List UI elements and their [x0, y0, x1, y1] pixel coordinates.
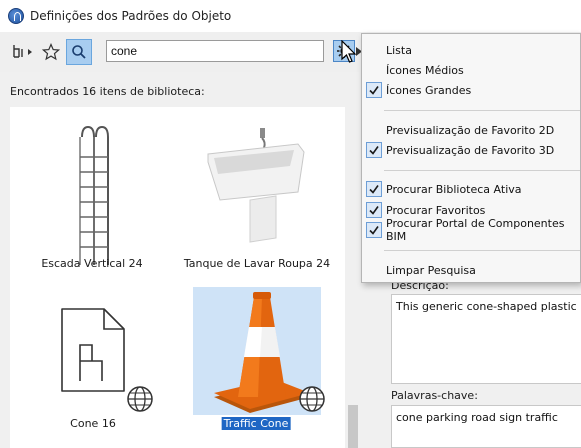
ladder-image — [79, 125, 109, 265]
options-dropdown-menu: Lista Ícones Médios Ícones Grandes Previ… — [361, 33, 581, 283]
library-item-ladder[interactable] — [50, 117, 160, 277]
scrollbar-thumb[interactable] — [348, 405, 358, 448]
menu-item-clear-search[interactable]: Limpar Pesquisa — [362, 260, 580, 280]
checkmark-icon — [366, 202, 382, 218]
library-item-label-selected[interactable]: Traffic Cone — [221, 417, 291, 430]
library-tree-button[interactable] — [10, 39, 36, 65]
menu-separator — [384, 170, 580, 171]
library-tree-icon — [13, 45, 32, 58]
checkmark-icon — [366, 181, 382, 197]
utility-sink-image — [207, 128, 305, 243]
globe-icon — [299, 386, 325, 412]
library-item-label[interactable]: Tanque de Lavar Roupa 24 — [184, 257, 330, 270]
title-bar: Definições dos Padrões do Objeto — [0, 0, 581, 32]
globe-icon — [127, 386, 153, 412]
library-item-label[interactable]: Cone 16 — [70, 417, 116, 430]
menu-item-large-icons[interactable]: Ícones Grandes — [362, 80, 580, 100]
app-logo-icon — [8, 8, 24, 24]
description-field[interactable]: This generic cone-shaped plastic ma — [391, 294, 581, 384]
library-item-cone-16[interactable] — [58, 305, 168, 420]
search-input[interactable] — [106, 40, 324, 62]
search-toggle-button[interactable] — [66, 39, 92, 65]
star-icon — [42, 43, 60, 61]
menu-separator — [384, 250, 580, 251]
results-count-label: Encontrados 16 itens de biblioteca: — [10, 85, 205, 98]
menu-item-medium-icons[interactable]: Ícones Médios — [362, 60, 580, 80]
library-item-label[interactable]: Escada Vertical 24 — [41, 257, 142, 270]
search-icon — [72, 45, 86, 59]
menu-item-search-bim-portal[interactable]: Procurar Portal de Componentes BIM — [362, 217, 580, 243]
menu-item-search-active-library[interactable]: Procurar Biblioteca Ativa — [362, 179, 580, 199]
checkmark-icon — [366, 222, 382, 238]
menu-item-preview-3d[interactable]: Previsualização de Favorito 3D — [362, 140, 580, 160]
menu-item-list-view[interactable]: Lista — [362, 40, 580, 60]
checkmark-icon — [366, 82, 382, 98]
library-item-sink[interactable] — [200, 122, 310, 262]
favorites-button[interactable] — [38, 39, 64, 65]
chair-file-icon — [61, 308, 125, 392]
results-grid: Escada Vertical 24 Tanque de Lavar Roupa… — [10, 107, 361, 448]
mouse-cursor-icon — [341, 40, 357, 63]
checkmark-icon — [366, 142, 382, 158]
menu-item-preview-2d[interactable]: Previsualização de Favorito 2D — [362, 120, 580, 140]
results-scrollbar[interactable] — [345, 107, 361, 448]
window-title: Definições dos Padrões do Objeto — [30, 9, 232, 23]
keywords-field[interactable]: cone parking road sign traffic — [391, 405, 581, 448]
keywords-label: Palavras-chave: — [391, 389, 478, 402]
library-item-traffic-cone[interactable] — [206, 289, 325, 414]
menu-separator — [384, 110, 580, 111]
